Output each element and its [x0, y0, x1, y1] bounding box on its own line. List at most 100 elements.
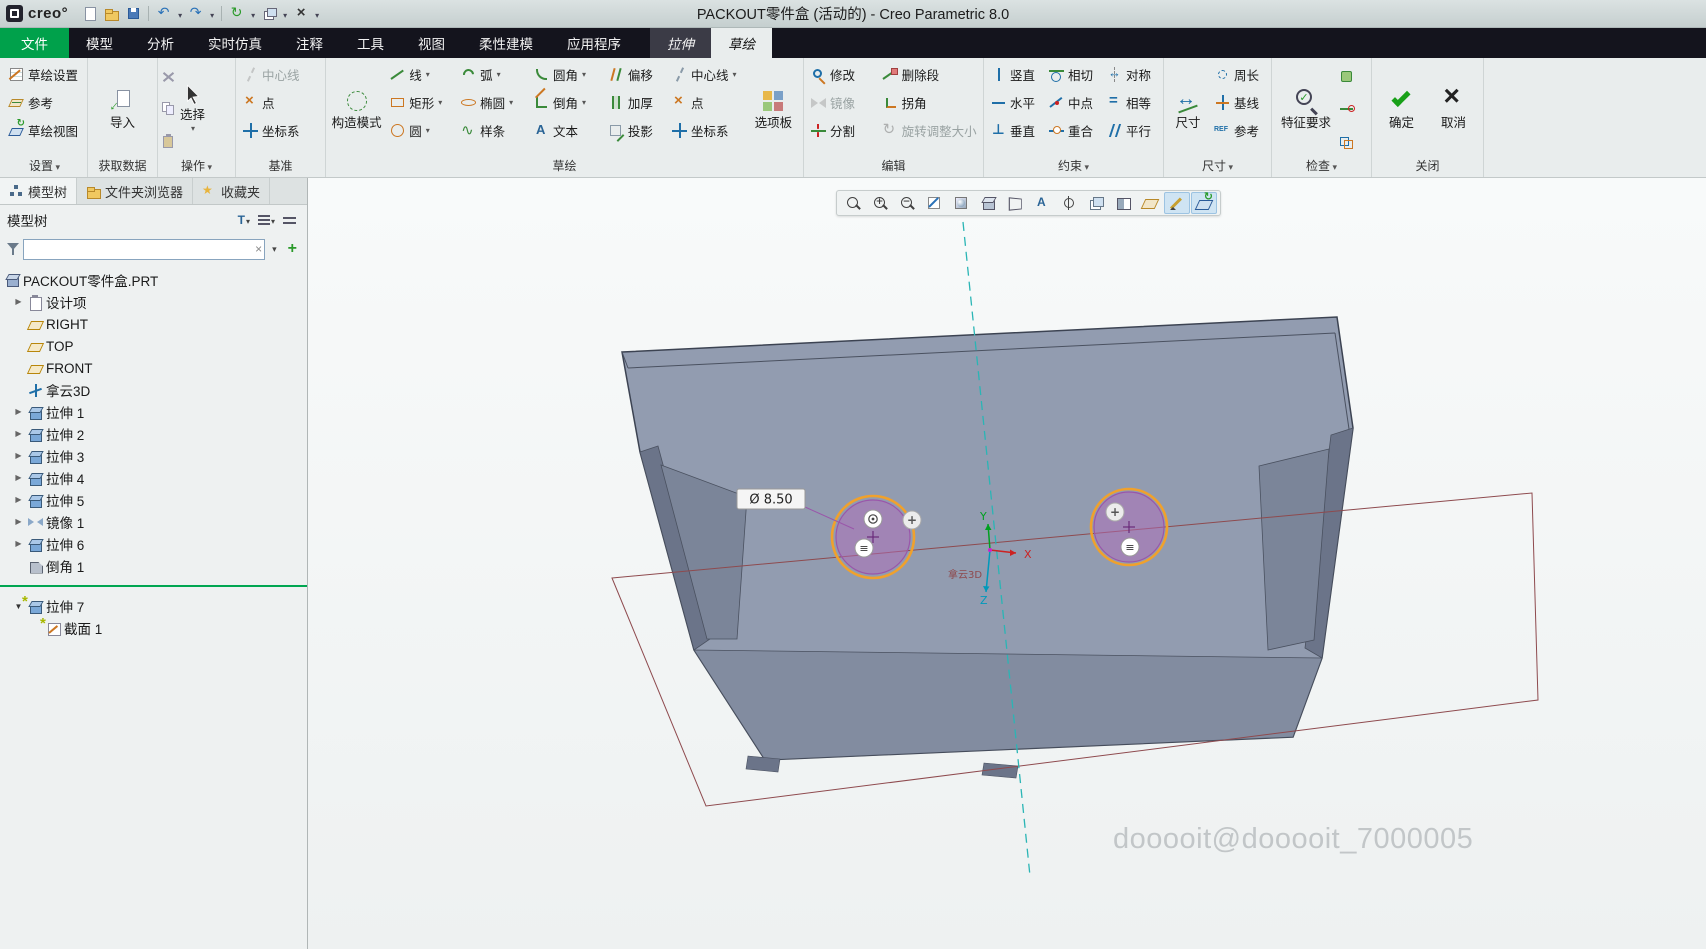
- tree-item[interactable]: 倒角 1: [0, 555, 307, 577]
- circle-button[interactable]: 圆: [385, 116, 456, 144]
- perspective-button[interactable]: [1002, 192, 1028, 214]
- spline-button[interactable]: 样条: [456, 116, 529, 144]
- paste-icon[interactable]: [160, 133, 177, 150]
- tree-item[interactable]: 拉伸 2: [0, 423, 307, 445]
- expand-arrow-icon[interactable]: [12, 407, 25, 417]
- vertical-constraint-button[interactable]: 竖直: [986, 60, 1044, 88]
- graphics-area[interactable]: ≡ + + ≡: [308, 178, 1706, 949]
- undo-menu-arrow[interactable]: [175, 6, 185, 21]
- references-button[interactable]: 参考: [4, 88, 85, 116]
- datum-csys-button[interactable]: 坐标系: [238, 116, 323, 144]
- sketch-view-button[interactable]: 草绘视图: [4, 116, 85, 144]
- sketcher-display-button[interactable]: [1164, 192, 1190, 214]
- tree-item-root[interactable]: PACKOUT零件盒.PRT: [0, 269, 307, 291]
- highlight-open-ends-icon[interactable]: [1338, 100, 1355, 117]
- thicken-button[interactable]: 加厚: [604, 88, 667, 116]
- divide-button[interactable]: 分割: [806, 116, 878, 144]
- modify-button[interactable]: 修改: [806, 60, 878, 88]
- expand-arrow-icon[interactable]: [12, 495, 25, 505]
- tab-folder-browser[interactable]: 文件夹浏览器: [77, 178, 193, 204]
- tab-flexible-modeling[interactable]: 柔性建模: [462, 28, 550, 58]
- mirror-button[interactable]: 镜像: [806, 88, 878, 116]
- expand-arrow-icon[interactable]: [12, 473, 25, 483]
- sketch-centerline-button[interactable]: 中心线: [667, 60, 746, 88]
- windows-menu-arrow[interactable]: [280, 6, 290, 21]
- cancel-button[interactable]: 取消: [1428, 60, 1480, 158]
- group-label-settings[interactable]: 设置: [2, 158, 87, 177]
- saved-orientations-button[interactable]: [975, 192, 1001, 214]
- baseline-dimension-button[interactable]: 基线: [1210, 88, 1268, 116]
- zoom-out-button[interactable]: [894, 192, 920, 214]
- clear-filter-button[interactable]: [255, 242, 262, 256]
- tab-sketch-active[interactable]: 草绘: [711, 28, 772, 58]
- datum-point-button[interactable]: 点: [238, 88, 323, 116]
- ok-button[interactable]: 确定: [1376, 60, 1428, 158]
- text-button[interactable]: 文本: [529, 116, 604, 144]
- perpendicular-constraint-button[interactable]: 垂直: [986, 116, 1044, 144]
- zoom-in-button[interactable]: [867, 192, 893, 214]
- tree-display-options-button[interactable]: [254, 212, 279, 227]
- cut-icon[interactable]: [160, 68, 177, 85]
- arc-button[interactable]: 弧: [456, 60, 529, 88]
- expand-arrow-icon[interactable]: [12, 297, 25, 307]
- tab-view[interactable]: 视图: [401, 28, 462, 58]
- group-label-dimension[interactable]: 尺寸: [1164, 158, 1271, 177]
- coincident-constraint-button[interactable]: 重合: [1044, 116, 1102, 144]
- symmetric-constraint-button[interactable]: 对称: [1102, 60, 1160, 88]
- tree-item-active[interactable]: 拉伸 7: [0, 595, 307, 617]
- display-style-button[interactable]: [948, 192, 974, 214]
- tab-live-simulation[interactable]: 实时仿真: [191, 28, 279, 58]
- 3d-model[interactable]: [622, 317, 1353, 778]
- sketch-csys-button[interactable]: 坐标系: [667, 116, 746, 144]
- drag-handle[interactable]: +: [903, 511, 921, 529]
- new-file-button[interactable]: [78, 4, 100, 24]
- sketch-point-button[interactable]: 点: [667, 88, 746, 116]
- tree-item[interactable]: 拉伸 5: [0, 489, 307, 511]
- tree-item[interactable]: 镜像 1: [0, 511, 307, 533]
- redo-menu-arrow[interactable]: [207, 6, 217, 21]
- tab-extrude-contextual[interactable]: 拉伸: [650, 28, 711, 58]
- equal-constraint-button[interactable]: 相等: [1102, 88, 1160, 116]
- equal-constraint-badge[interactable]: ≡: [855, 539, 873, 557]
- concentric-constraint-badge[interactable]: [864, 510, 882, 528]
- tree-filters-button[interactable]: [234, 212, 254, 227]
- tab-tools[interactable]: 工具: [340, 28, 401, 58]
- tree-item[interactable]: FRONT: [0, 357, 307, 379]
- overlapping-geometry-icon[interactable]: [1338, 133, 1355, 150]
- datum-display-button[interactable]: [1137, 192, 1163, 214]
- tree-item[interactable]: TOP: [0, 335, 307, 357]
- expand-arrow-icon[interactable]: [12, 517, 25, 527]
- fillet-button[interactable]: 圆角: [529, 60, 604, 88]
- tangent-constraint-button[interactable]: 相切: [1044, 60, 1102, 88]
- tree-settings-button[interactable]: [279, 214, 300, 226]
- view-manager-button[interactable]: [1083, 192, 1109, 214]
- group-label-constrain[interactable]: 约束: [984, 158, 1163, 177]
- expand-arrow-icon[interactable]: [12, 539, 25, 549]
- delete-segment-button[interactable]: 删除段: [878, 60, 981, 88]
- palette-button[interactable]: 选项板: [746, 60, 801, 158]
- add-filter-button[interactable]: [284, 240, 301, 258]
- parallel-constraint-button[interactable]: 平行: [1102, 116, 1160, 144]
- windows-button[interactable]: [258, 4, 280, 24]
- tab-annotate[interactable]: 注释: [279, 28, 340, 58]
- feature-requirements-button[interactable]: 特征要求: [1274, 60, 1338, 158]
- save-button[interactable]: [122, 4, 144, 24]
- equal-constraint-badge[interactable]: ≡: [1121, 538, 1139, 556]
- tab-favorites[interactable]: 收藏夹: [193, 178, 270, 204]
- tab-applications[interactable]: 应用程序: [550, 28, 638, 58]
- rotate-resize-button[interactable]: 旋转调整大小: [878, 116, 981, 144]
- filter-dropdown-button[interactable]: [268, 244, 281, 255]
- regenerate-menu-arrow[interactable]: [248, 6, 258, 21]
- datum-centerline-button[interactable]: 中心线: [238, 60, 323, 88]
- construction-mode-button[interactable]: 构造模式: [328, 60, 385, 158]
- tree-item[interactable]: RIGHT: [0, 313, 307, 335]
- undo-button[interactable]: [153, 4, 175, 24]
- chamfer-button[interactable]: 倒角: [529, 88, 604, 116]
- dimension-button[interactable]: 尺寸: [1166, 60, 1210, 158]
- customize-toolbar-arrow[interactable]: [312, 6, 322, 21]
- tree-item[interactable]: 设计项: [0, 291, 307, 313]
- insert-here-indicator[interactable]: [0, 585, 307, 587]
- expand-arrow-icon[interactable]: [12, 451, 25, 461]
- refit-button[interactable]: [840, 192, 866, 214]
- group-label-inspect[interactable]: 检查: [1272, 158, 1371, 177]
